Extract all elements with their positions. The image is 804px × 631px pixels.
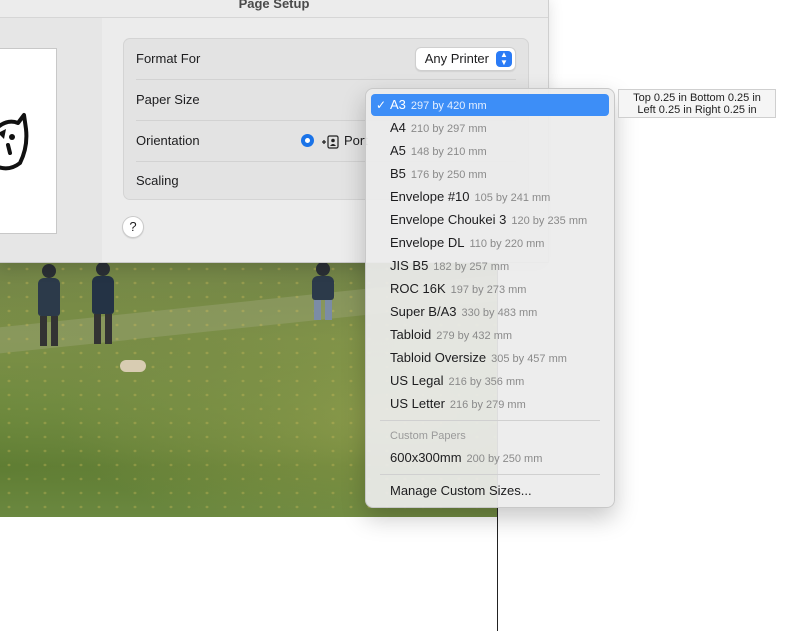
menu-item-name: US Letter (390, 396, 445, 411)
photo-person (312, 262, 334, 320)
scaling-label: Scaling (136, 173, 179, 188)
menu-item-dims: 110 by 220 mm (469, 238, 545, 250)
menu-item-dims: 197 by 273 mm (450, 284, 527, 296)
menu-item-dims: 216 by 356 mm (448, 376, 525, 388)
paper-preview (0, 48, 57, 234)
menu-item-dims: 210 by 297 mm (410, 123, 487, 135)
menu-item-dims: 105 by 241 mm (474, 192, 551, 204)
menu-item-name: B5 (390, 166, 406, 181)
help-button[interactable]: ? (122, 216, 144, 238)
menu-item-name: A5 (390, 143, 406, 158)
menu-item-a4[interactable]: A4 210 by 297 mm (371, 117, 609, 139)
menu-item-dims: 182 by 257 mm (433, 261, 510, 273)
menu-item-name: JIS B5 (390, 258, 429, 273)
menu-item-name: Envelope DL (390, 235, 465, 250)
photo-person (38, 264, 60, 346)
photo-person (92, 262, 114, 344)
margins-tooltip: Top 0.25 in Bottom 0.25 in Left 0.25 in … (618, 89, 776, 118)
format-for-row: Format For Any Printer ▲ ▼ (136, 39, 516, 80)
menu-item-envelope-10[interactable]: Envelope #10 105 by 241 mm (371, 186, 609, 208)
menu-item-dims: 297 by 420 mm (410, 100, 487, 112)
menu-item-us-legal[interactable]: US Legal 216 by 356 mm (371, 370, 609, 392)
menu-item-name: US Legal (390, 373, 444, 388)
checkmark-icon: ✓ (376, 98, 387, 112)
orientation-label: Orientation (136, 133, 200, 148)
portrait-radio[interactable] (301, 134, 314, 147)
menu-item-envelope-choukei-3[interactable]: Envelope Choukei 3 120 by 235 mm (371, 209, 609, 231)
menu-item-dims: 148 by 210 mm (410, 146, 487, 158)
menu-item-b5[interactable]: B5 176 by 250 mm (371, 163, 609, 185)
menu-separator (380, 420, 600, 421)
format-for-label: Format For (136, 51, 201, 66)
menu-item-jis-b5[interactable]: JIS B5 182 by 257 mm (371, 255, 609, 277)
manage-custom-sizes-item[interactable]: Manage Custom Sizes... (371, 480, 609, 502)
margins-line-top-bottom: Top 0.25 in Bottom 0.25 in (633, 92, 761, 104)
paper-size-label: Paper Size (136, 92, 200, 107)
menu-item-name: Envelope Choukei 3 (390, 212, 507, 227)
paper-size-menu: ✓ A3 297 by 420 mm A4 210 by 297 mm A5 148 … (365, 88, 615, 508)
menu-item-tabloid-oversize[interactable]: Tabloid Oversize 305 by 457 mm (371, 347, 609, 369)
menu-item-name: 600x300mm (390, 450, 462, 465)
menu-item-custom-600x300[interactable]: 600x300mm 200 by 250 mm (371, 447, 609, 469)
portrait-person-icon (321, 121, 339, 161)
menu-item-super-b-a3[interactable]: Super B/A3 330 by 483 mm (371, 301, 609, 323)
format-for-value: Any Printer (424, 51, 489, 66)
menu-item-dims: 330 by 483 mm (461, 307, 538, 319)
menu-item-name: Super B/A3 (390, 304, 457, 319)
custom-papers-header: Custom Papers (390, 430, 466, 442)
menu-item-name: ROC 16K (390, 281, 446, 296)
menu-item-tabloid[interactable]: Tabloid 279 by 432 mm (371, 324, 609, 346)
format-for-popup[interactable]: Any Printer ▲ ▼ (414, 47, 516, 71)
menu-item-dims: 279 by 432 mm (436, 330, 513, 342)
photo-dog (120, 360, 146, 372)
menu-item-dims: 200 by 250 mm (466, 453, 543, 465)
menu-item-name: Manage Custom Sizes... (390, 483, 532, 498)
menu-item-name: Tabloid (390, 327, 432, 342)
dog-icon (0, 113, 29, 171)
menu-item-envelope-dl[interactable]: Envelope DL 110 by 220 mm (371, 232, 609, 254)
menu-item-us-letter[interactable]: US Letter 216 by 279 mm (371, 393, 609, 415)
chevron-updown-icon: ▲ ▼ (496, 51, 512, 67)
menu-item-dims: 216 by 279 mm (449, 399, 526, 411)
sheet-title: Page Setup (0, 0, 548, 18)
preview-pane (0, 18, 102, 262)
menu-separator (380, 474, 600, 475)
menu-item-dims: 176 by 250 mm (410, 169, 487, 181)
menu-item-name: Envelope #10 (390, 189, 470, 204)
menu-item-name: A3 (390, 97, 406, 112)
menu-item-dims: 120 by 235 mm (511, 215, 588, 227)
menu-item-dims: 305 by 457 mm (491, 353, 567, 365)
menu-item-roc-16k[interactable]: ROC 16K 197 by 273 mm (371, 278, 609, 300)
menu-item-a5[interactable]: A5 148 by 210 mm (371, 140, 609, 162)
menu-item-name: Tabloid Oversize (390, 350, 487, 365)
menu-item-name: A4 (390, 120, 406, 135)
menu-item-a3[interactable]: ✓ A3 297 by 420 mm (371, 94, 609, 116)
margins-line-left-right: Left 0.25 in Right 0.25 in (637, 104, 757, 116)
